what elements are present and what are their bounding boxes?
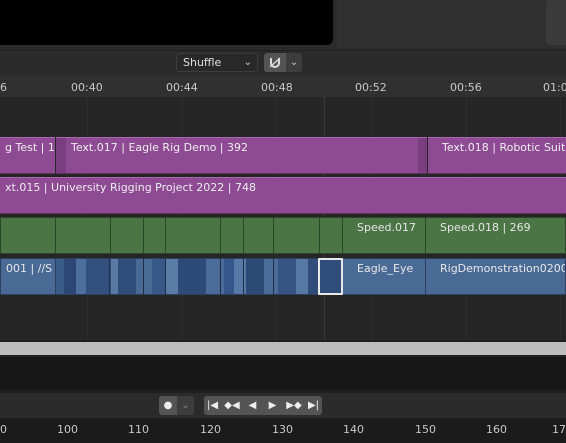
preview-viewport[interactable] [0,0,333,45]
jump-start-icon: |◀ [206,400,219,411]
strip-label: xt.015 | University Rigging Project 2022… [5,181,256,194]
speed-strip[interactable] [110,217,144,254]
chevron-down-icon: ⌄ [181,400,190,411]
jump-to-end-button[interactable]: ▶| [305,396,322,415]
frame-label: 17 [552,423,566,436]
preview-side-button[interactable] [546,0,566,45]
snap-toggle-button[interactable] [264,53,286,72]
movie-strip[interactable]: 001 | //S [0,258,56,295]
scrollbar-thumb[interactable] [0,342,566,355]
speed-strip[interactable]: Speed.017 [342,217,426,254]
preview-side-panel [337,0,566,48]
text-strip[interactable]: g Test | 1 [0,137,55,174]
frame-label: 120 [200,423,221,436]
strip-label: Text.018 | Robotic Suit R [442,141,566,154]
prev-keyframe-icon: ◆◀ [224,400,240,411]
speed-strip[interactable] [165,217,221,254]
time-label: 00:52 [355,81,387,94]
speed-strip[interactable]: Speed.018 | 269 [425,217,566,254]
strip-divider [220,258,221,295]
blend-mode-value: Shuffle [183,56,222,69]
speed-strip[interactable] [273,217,320,254]
frame-label: 150 [415,423,436,436]
movie-strip[interactable] [55,258,320,295]
timeline-lower-area [0,357,566,389]
previous-keyframe-button[interactable]: ◆◀ [221,396,243,415]
play-reverse-button[interactable]: ◀ [243,396,262,415]
play-reverse-icon: ◀ [248,400,257,411]
record-menu-button[interactable]: ⌄ [177,396,194,415]
speed-strip[interactable] [243,217,274,254]
chevron-down-icon: ⌄ [243,57,252,68]
text-strip[interactable]: Text.017 | Eagle Rig Demo | 392 [56,137,427,174]
strip-divider [143,258,144,295]
frame-label: 110 [128,423,149,436]
selected-strip-outline[interactable] [318,258,343,295]
speed-strip[interactable] [55,217,111,254]
text-strip[interactable]: Text.018 | Robotic Suit R [428,137,566,174]
record-icon: ● [163,400,173,411]
movie-strip[interactable]: RigDemonstration02000 [425,258,566,295]
strip-label: Speed.018 | 269 [440,221,531,234]
strip-label: 001 | //S [6,262,53,275]
time-label: 00:40 [71,81,103,94]
next-keyframe-icon: ▶◆ [286,400,302,411]
speed-strip[interactable] [143,217,166,254]
snap-magnet-icon [269,57,281,68]
strip-divider [273,258,274,295]
play-button[interactable]: ▶ [262,396,283,415]
frame-label: 130 [272,423,293,436]
frame-label: 160 [486,423,507,436]
time-label: 6 [0,81,7,94]
time-label: 00:48 [261,81,293,94]
time-ruler[interactable]: 6 00:40 00:44 00:48 00:52 00:56 01:0 [0,76,566,98]
speed-strip[interactable] [220,217,244,254]
snap-menu-button[interactable]: ⌄ [286,53,302,72]
next-keyframe-button[interactable]: ▶◆ [283,396,305,415]
time-label: 00:56 [450,81,482,94]
strip-label: Eagle_Eye [357,262,414,275]
strip-label: RigDemonstration02000 [440,262,566,275]
blend-mode-select[interactable]: Shuffle ⌄ [176,53,258,72]
strip-label: Speed.017 [357,221,416,234]
frame-label: 100 [57,423,78,436]
play-icon: ▶ [268,400,277,411]
strip-label: Text.017 | Eagle Rig Demo | 392 [71,141,248,154]
strip-divider [243,258,244,295]
record-button[interactable]: ● [159,396,177,415]
jump-to-start-button[interactable]: |◀ [204,396,221,415]
frame-label: 0 [0,423,7,436]
strip-divider [109,258,110,295]
strip-label: g Test | 1 [5,141,55,154]
text-strip[interactable]: xt.015 | University Rigging Project 2022… [0,177,566,214]
speed-strip[interactable] [0,217,56,254]
jump-end-icon: ▶| [307,400,320,411]
chevron-down-icon: ⌄ [289,57,299,68]
time-label: 01:0 [543,81,566,94]
frame-label: 140 [343,423,364,436]
movie-strip[interactable]: Eagle_Eye [342,258,426,295]
strip-divider [165,258,166,295]
speed-strip[interactable] [319,217,343,254]
time-label: 00:44 [166,81,198,94]
